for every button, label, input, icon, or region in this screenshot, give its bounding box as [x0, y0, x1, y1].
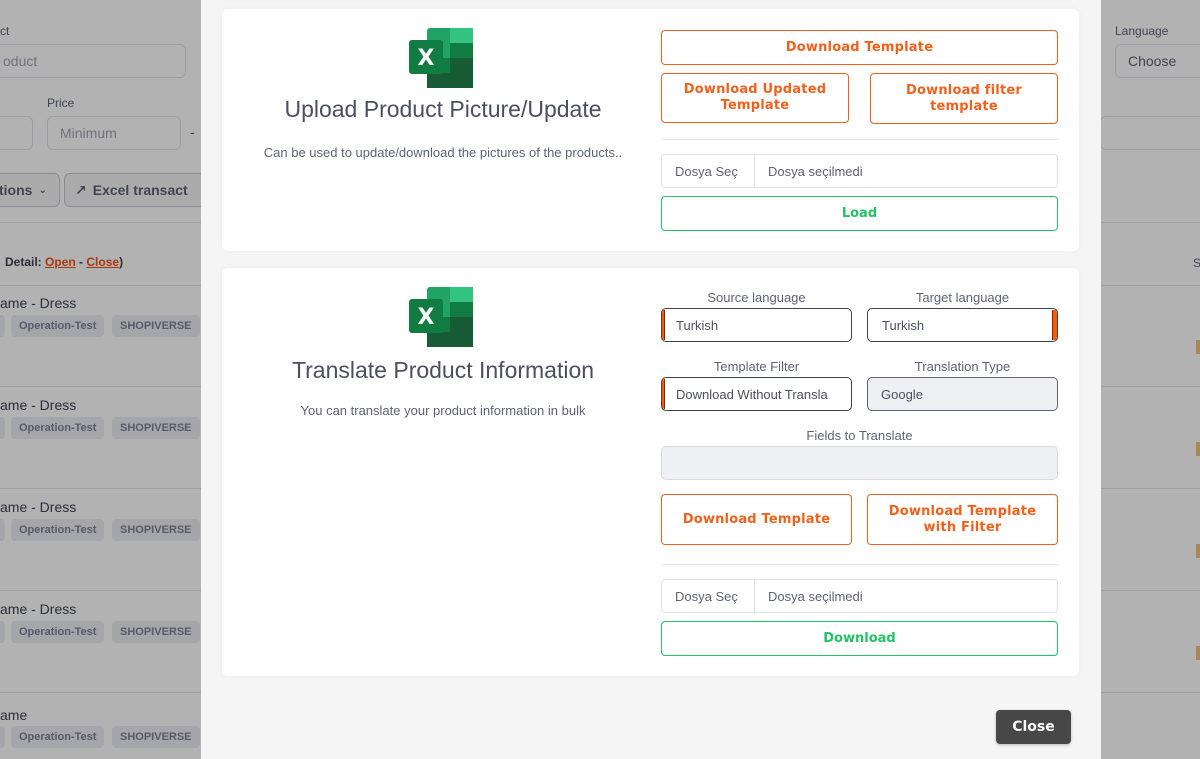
- download-template-with-filter-button[interactable]: Download Template with Filter: [867, 494, 1058, 545]
- download-template-button[interactable]: Download Template: [661, 30, 1058, 65]
- file-name: Dosya seçilmedi: [768, 163, 863, 179]
- file-input[interactable]: Dosya Seç Dosya seçilmedi: [661, 579, 1058, 613]
- excel-icon: X: [409, 287, 473, 347]
- download-button[interactable]: Download: [661, 621, 1058, 656]
- translate-card-title: Translate Product Information: [291, 357, 595, 383]
- fields-to-translate-label: Fields to Translate: [806, 428, 913, 443]
- excel-icon: X: [409, 28, 473, 88]
- svg-text:X: X: [418, 305, 435, 330]
- file-choose-button[interactable]: Dosya Seç: [662, 580, 755, 612]
- section-divider: [661, 564, 1058, 565]
- translation-type-label: Translation Type: [914, 359, 1011, 374]
- source-language-value: Turkish: [676, 317, 719, 333]
- source-language-select[interactable]: Turkish: [661, 308, 852, 342]
- target-language-select[interactable]: Turkish: [867, 308, 1058, 342]
- translate-card-description: You can translate your product informati…: [300, 403, 586, 418]
- target-language-label: Target language: [915, 290, 1010, 305]
- required-indicator: [662, 310, 665, 340]
- section-divider: [661, 139, 1058, 140]
- template-filter-label: Template Filter: [713, 359, 800, 374]
- file-name: Dosya seçilmedi: [768, 588, 863, 604]
- required-indicator: [1052, 310, 1057, 340]
- excel-operations-modal: X Upload Product Picture/Update Can be u…: [201, 0, 1101, 759]
- upload-picture-card: X Upload Product Picture/Update Can be u…: [222, 9, 1079, 251]
- source-language-label: Source language: [707, 290, 806, 305]
- file-input[interactable]: Dosya Seç Dosya seçilmedi: [661, 154, 1058, 188]
- download-updated-template-button[interactable]: Download Updated Template: [661, 73, 849, 123]
- download-template-button[interactable]: Download Template: [661, 494, 852, 545]
- target-language-value: Turkish: [882, 317, 925, 333]
- close-modal-button[interactable]: Close: [996, 710, 1071, 744]
- load-button[interactable]: Load: [661, 196, 1058, 231]
- translate-card: X Translate Product Information You can …: [222, 268, 1079, 676]
- fields-to-translate-select[interactable]: [661, 446, 1058, 480]
- required-indicator: [662, 379, 665, 409]
- download-filter-template-button[interactable]: Download filter template: [870, 73, 1058, 124]
- translation-type-select: Google: [867, 377, 1058, 411]
- template-filter-value: Download Without Transla: [676, 386, 828, 402]
- svg-text:X: X: [418, 46, 435, 71]
- upload-card-title: Upload Product Picture/Update: [284, 96, 602, 122]
- template-filter-select[interactable]: Download Without Transla: [661, 377, 852, 411]
- file-choose-button[interactable]: Dosya Seç: [662, 155, 755, 187]
- upload-card-description: Can be used to update/download the pictu…: [263, 145, 623, 160]
